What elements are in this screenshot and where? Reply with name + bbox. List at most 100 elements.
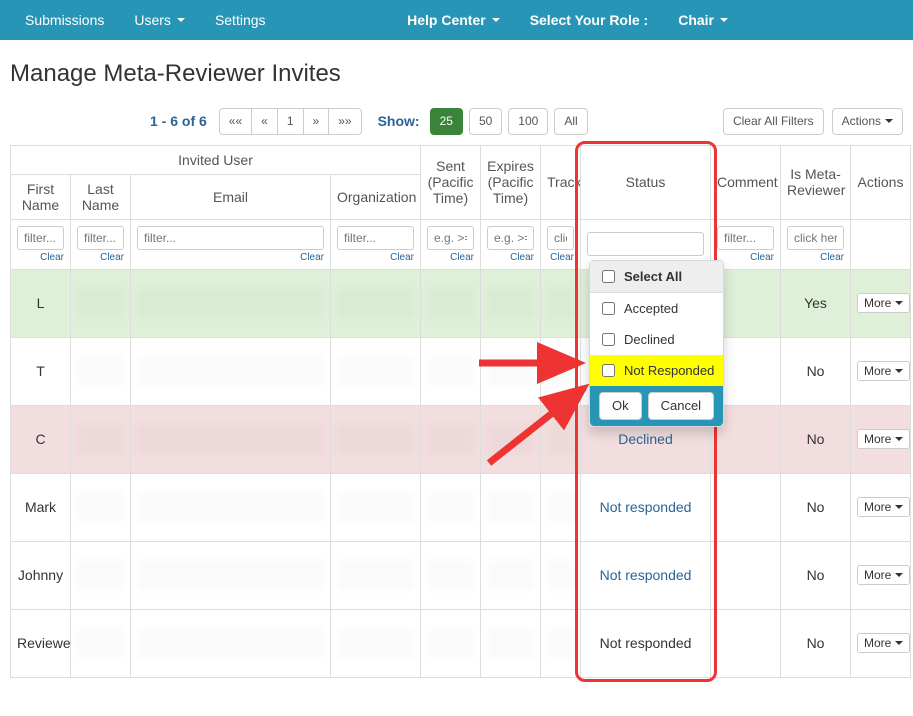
more-button[interactable]: More (857, 429, 910, 449)
more-button[interactable]: More (857, 565, 910, 585)
clear-filter[interactable]: Clear (17, 252, 64, 263)
status-link[interactable]: Not responded (600, 567, 692, 583)
header-sent[interactable]: Sent (Pacific Time) (421, 145, 481, 219)
cell-last-name (71, 405, 131, 473)
filter-email[interactable] (137, 226, 324, 250)
pager-prev-button[interactable]: « (251, 108, 278, 135)
filter-comment[interactable] (717, 226, 774, 250)
header-last-name[interactable]: Last Name (71, 174, 131, 219)
filter-last-name[interactable] (77, 226, 124, 250)
dropdown-ok-button[interactable]: Ok (599, 392, 642, 420)
show-50-button[interactable]: 50 (469, 108, 502, 135)
redacted-content (427, 424, 474, 454)
cell-sent (421, 269, 481, 337)
clear-filter[interactable]: Clear (427, 252, 474, 263)
header-track[interactable]: Track (541, 145, 581, 219)
clear-filter[interactable]: Clear (717, 252, 774, 263)
caret-down-icon (885, 119, 893, 123)
cell-is-meta: No (781, 405, 851, 473)
more-button[interactable]: More (857, 633, 910, 653)
nav-role-select[interactable]: Chair (663, 12, 743, 28)
select-all-checkbox[interactable] (602, 270, 615, 283)
accepted-checkbox[interactable] (602, 302, 615, 315)
cell-email (131, 269, 331, 337)
cell-comment (711, 541, 781, 609)
header-expires[interactable]: Expires (Pacific Time) (481, 145, 541, 219)
cell-track (541, 541, 581, 609)
header-comment[interactable]: Comment (711, 145, 781, 219)
redacted-content (137, 356, 324, 386)
show-all-button[interactable]: All (554, 108, 587, 135)
nav-user-blurred[interactable] (743, 12, 823, 28)
filter-first-name[interactable] (17, 226, 64, 250)
filter-sent[interactable] (427, 226, 474, 250)
redacted-content (427, 356, 474, 386)
redacted-content (77, 356, 124, 386)
status-link[interactable]: Declined (618, 431, 672, 447)
filter-track[interactable] (547, 226, 574, 250)
clear-all-filters-button[interactable]: Clear All Filters (723, 108, 824, 135)
cell-last-name (71, 609, 131, 677)
redacted-content (77, 424, 124, 454)
cell-sent (421, 473, 481, 541)
caret-down-icon (720, 18, 728, 22)
cell-sent (421, 337, 481, 405)
more-button[interactable]: More (857, 497, 910, 517)
show-25-button[interactable]: 25 (430, 108, 463, 135)
top-navbar: Submissions Users Settings Help Center S… (0, 0, 913, 40)
more-button[interactable]: More (857, 361, 910, 381)
show-label: Show: (378, 113, 420, 129)
dropdown-option-not-responded[interactable]: Not Responded (590, 355, 723, 386)
redacted-content (137, 288, 324, 318)
dropdown-cancel-button[interactable]: Cancel (648, 392, 714, 420)
cell-last-name (71, 269, 131, 337)
dropdown-option-accepted[interactable]: Accepted (590, 293, 723, 324)
redacted-content (487, 628, 534, 658)
cell-expires (481, 473, 541, 541)
clear-filter[interactable]: Clear (137, 252, 324, 263)
dropdown-option-declined[interactable]: Declined (590, 324, 723, 355)
nav-settings[interactable]: Settings (200, 12, 281, 28)
redacted-content (337, 492, 414, 522)
clear-filter[interactable]: Clear (487, 252, 534, 263)
actions-dropdown-button[interactable]: Actions (832, 108, 903, 135)
redacted-content (77, 492, 124, 522)
redacted-content (337, 628, 414, 658)
cell-first-name: Mark (11, 473, 71, 541)
filter-organization[interactable] (337, 226, 414, 250)
pager-first-button[interactable]: «« (219, 108, 252, 135)
filter-is-meta[interactable] (787, 226, 844, 250)
clear-filter[interactable]: Clear (547, 252, 574, 263)
dropdown-select-all[interactable]: Select All (590, 261, 723, 293)
cell-first-name: C (11, 405, 71, 473)
clear-filter[interactable]: Clear (787, 252, 844, 263)
header-is-meta[interactable]: Is Meta-Reviewer (781, 145, 851, 219)
show-100-button[interactable]: 100 (508, 108, 548, 135)
pager-page-button[interactable]: 1 (277, 108, 304, 135)
caret-down-icon (492, 18, 500, 22)
header-status[interactable]: Status (581, 145, 711, 219)
header-email[interactable]: Email (131, 174, 331, 219)
cell-organization (331, 541, 421, 609)
nav-submissions[interactable]: Submissions (10, 12, 119, 28)
filter-expires[interactable] (487, 226, 534, 250)
redacted-content (427, 492, 474, 522)
more-button[interactable]: More (857, 293, 910, 313)
redacted-content (77, 288, 124, 318)
declined-checkbox[interactable] (602, 333, 615, 346)
clear-filter[interactable]: Clear (337, 252, 414, 263)
cell-track (541, 609, 581, 677)
nav-users[interactable]: Users (119, 12, 200, 28)
header-organization[interactable]: Organization (331, 174, 421, 219)
nav-user-blurred[interactable] (823, 12, 903, 28)
cell-organization (331, 337, 421, 405)
pager-next-button[interactable]: » (303, 108, 330, 135)
nav-help-center[interactable]: Help Center (392, 12, 515, 28)
header-first-name[interactable]: First Name (11, 174, 71, 219)
pager-last-button[interactable]: »» (328, 108, 361, 135)
clear-filter[interactable]: Clear (77, 252, 124, 263)
redacted-content (487, 356, 534, 386)
status-link[interactable]: Not responded (600, 499, 692, 515)
not-responded-checkbox[interactable] (602, 364, 615, 377)
filter-status[interactable] (587, 232, 704, 256)
